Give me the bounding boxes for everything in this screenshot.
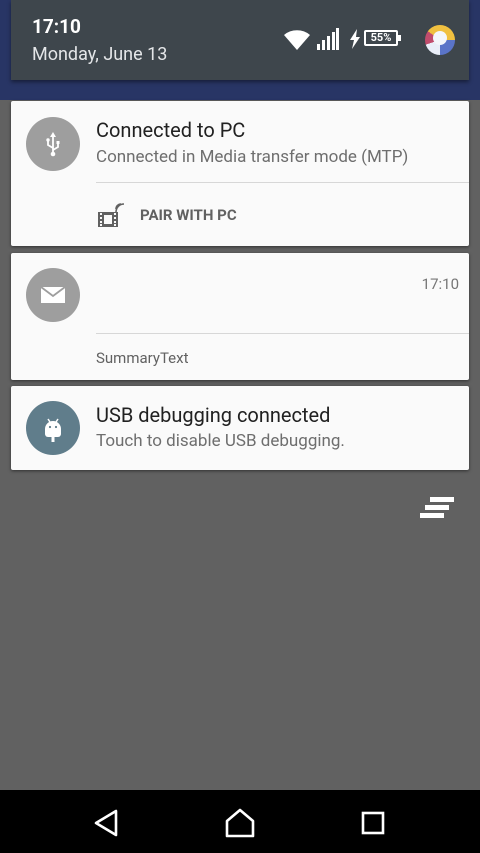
pair-with-pc-label: PAIR WITH PC [140,206,237,224]
user-avatar[interactable] [425,25,455,55]
home-icon [225,808,255,838]
recents-button[interactable] [356,806,390,840]
notification-usb-debugging[interactable]: USB debugging connected Touch to disable… [11,386,469,470]
signal-icon [317,28,339,50]
notification-usb-connection[interactable]: Connected to PC Connected in Media trans… [11,101,469,246]
home-button[interactable] [223,806,257,840]
navigation-bar [0,790,480,853]
clear-all-icon [420,497,454,518]
clock: 17:10 [32,15,81,38]
summary-text: SummaryText [96,349,189,367]
quick-settings-header[interactable]: 17:10 Monday, June 13 55% [11,0,469,80]
back-icon [94,809,118,837]
notification-title: Connected to PC [96,118,246,142]
battery-percent: 55% [370,31,392,44]
back-button[interactable] [90,806,124,840]
wifi-icon [284,30,310,50]
battery-icon: 55% [364,30,398,46]
media-transfer-icon [98,203,125,227]
usb-icon [26,117,80,171]
notification-text: Connected in Media transfer mode (MTP) [96,147,409,167]
notification-text: Touch to disable USB debugging. [96,431,345,451]
clear-all-button[interactable] [418,494,458,524]
recents-icon [361,811,385,835]
notification-time: 17:10 [421,275,459,293]
divider [96,333,469,334]
charging-icon [350,29,360,49]
email-icon [26,268,80,322]
battery-tip [398,35,401,41]
android-icon [26,401,80,455]
notification-email[interactable]: 17:10 SummaryText [11,253,469,380]
date[interactable]: Monday, June 13 [32,44,167,65]
divider [96,182,469,183]
notification-title: USB debugging connected [96,403,331,427]
